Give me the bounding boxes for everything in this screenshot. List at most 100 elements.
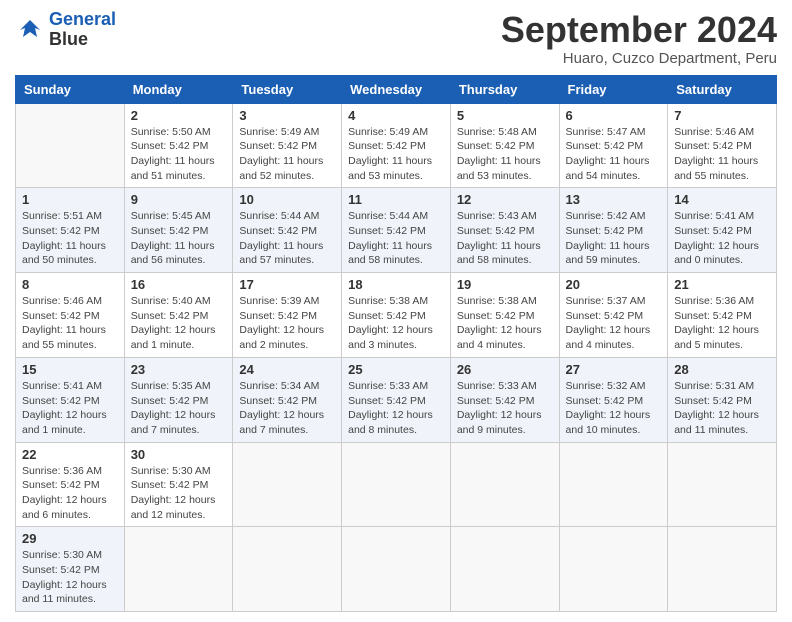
calendar-cell: 6 Sunrise: 5:47 AM Sunset: 5:42 PM Daylig…	[559, 103, 668, 188]
day-info: Sunrise: 5:48 AM Sunset: 5:42 PM Dayligh…	[457, 125, 553, 184]
day-info: Sunrise: 5:36 AM Sunset: 5:42 PM Dayligh…	[22, 464, 118, 523]
weekday-header: Thursday	[450, 75, 559, 103]
calendar-cell	[668, 442, 777, 527]
day-number: 22	[22, 447, 118, 462]
calendar-table: SundayMondayTuesdayWednesdayThursdayFrid…	[15, 75, 777, 613]
day-number: 23	[131, 362, 227, 377]
calendar-cell: 10 Sunrise: 5:44 AM Sunset: 5:42 PM Dayli…	[233, 188, 342, 273]
day-info: Sunrise: 5:30 AM Sunset: 5:42 PM Dayligh…	[22, 548, 118, 607]
day-info: Sunrise: 5:38 AM Sunset: 5:42 PM Dayligh…	[457, 294, 553, 353]
day-number: 10	[239, 192, 335, 207]
calendar-cell: 15 Sunrise: 5:41 AM Sunset: 5:42 PM Dayli…	[16, 357, 125, 442]
calendar-week-row: 2Sunrise: 5:50 AM Sunset: 5:42 PM Daylig…	[16, 103, 777, 188]
day-number: 13	[566, 192, 662, 207]
calendar-cell: 21 Sunrise: 5:36 AM Sunset: 5:42 PM Dayli…	[668, 273, 777, 358]
day-number: 18	[348, 277, 444, 292]
day-number: 3	[239, 108, 335, 123]
calendar-cell: 5Sunrise: 5:48 AM Sunset: 5:42 PM Daylig…	[450, 103, 559, 188]
calendar-cell: 30 Sunrise: 5:30 AM Sunset: 5:42 PM Dayli…	[124, 442, 233, 527]
calendar-cell: 29Sunrise: 5:30 AM Sunset: 5:42 PM Dayli…	[16, 527, 125, 612]
day-number: 16	[131, 277, 227, 292]
day-number: 9	[131, 192, 227, 207]
calendar-cell: 13 Sunrise: 5:42 AM Sunset: 5:42 PM Dayli…	[559, 188, 668, 273]
calendar-cell	[450, 527, 559, 612]
weekday-header-row: SundayMondayTuesdayWednesdayThursdayFrid…	[16, 75, 777, 103]
day-number: 20	[566, 277, 662, 292]
calendar-cell: 3Sunrise: 5:49 AM Sunset: 5:42 PM Daylig…	[233, 103, 342, 188]
day-number: 7	[674, 108, 770, 123]
day-info: Sunrise: 5:41 AM Sunset: 5:42 PM Dayligh…	[22, 379, 118, 438]
calendar-cell: 28Sunrise: 5:31 AM Sunset: 5:42 PM Dayli…	[668, 357, 777, 442]
day-number: 19	[457, 277, 553, 292]
day-number: 8	[22, 277, 118, 292]
title-block: September 2024 Huaro, Cuzco Department, …	[501, 10, 777, 67]
day-info: Sunrise: 5:51 AM Sunset: 5:42 PM Dayligh…	[22, 209, 118, 268]
calendar-week-row: 1 Sunrise: 5:51 AM Sunset: 5:42 PM Daylig…	[16, 188, 777, 273]
day-number: 15	[22, 362, 118, 377]
day-number: 21	[674, 277, 770, 292]
calendar-cell	[342, 527, 451, 612]
day-info: Sunrise: 5:30 AM Sunset: 5:42 PM Dayligh…	[131, 464, 227, 523]
day-info: Sunrise: 5:33 AM Sunset: 5:42 PM Dayligh…	[457, 379, 553, 438]
day-info: Sunrise: 5:50 AM Sunset: 5:42 PM Dayligh…	[131, 125, 227, 184]
day-info: Sunrise: 5:38 AM Sunset: 5:42 PM Dayligh…	[348, 294, 444, 353]
calendar-cell	[16, 103, 125, 188]
day-info: Sunrise: 5:44 AM Sunset: 5:42 PM Dayligh…	[239, 209, 335, 268]
day-number: 6	[566, 108, 662, 123]
calendar-cell: 14 Sunrise: 5:41 AM Sunset: 5:42 PM Dayli…	[668, 188, 777, 273]
calendar-cell	[668, 527, 777, 612]
day-info: Sunrise: 5:33 AM Sunset: 5:42 PM Dayligh…	[348, 379, 444, 438]
logo-text: GeneralBlue	[49, 10, 116, 50]
calendar-cell	[559, 527, 668, 612]
day-number: 24	[239, 362, 335, 377]
day-info: Sunrise: 5:39 AM Sunset: 5:42 PM Dayligh…	[239, 294, 335, 353]
day-info: Sunrise: 5:43 AM Sunset: 5:42 PM Dayligh…	[457, 209, 553, 268]
day-info: Sunrise: 5:45 AM Sunset: 5:42 PM Dayligh…	[131, 209, 227, 268]
calendar-cell: 8 Sunrise: 5:46 AM Sunset: 5:42 PM Daylig…	[16, 273, 125, 358]
day-number: 28	[674, 362, 770, 377]
weekday-header: Saturday	[668, 75, 777, 103]
calendar-cell: 20 Sunrise: 5:37 AM Sunset: 5:42 PM Dayli…	[559, 273, 668, 358]
calendar-week-row: 8 Sunrise: 5:46 AM Sunset: 5:42 PM Daylig…	[16, 273, 777, 358]
day-info: Sunrise: 5:46 AM Sunset: 5:42 PM Dayligh…	[22, 294, 118, 353]
day-number: 11	[348, 192, 444, 207]
day-info: Sunrise: 5:36 AM Sunset: 5:42 PM Dayligh…	[674, 294, 770, 353]
weekday-header: Friday	[559, 75, 668, 103]
logo-icon	[15, 15, 45, 45]
calendar-cell: 11Sunrise: 5:44 AM Sunset: 5:42 PM Dayli…	[342, 188, 451, 273]
calendar-cell: 23Sunrise: 5:35 AM Sunset: 5:42 PM Dayli…	[124, 357, 233, 442]
weekday-header: Sunday	[16, 75, 125, 103]
day-info: Sunrise: 5:42 AM Sunset: 5:42 PM Dayligh…	[566, 209, 662, 268]
calendar-cell: 16Sunrise: 5:40 AM Sunset: 5:42 PM Dayli…	[124, 273, 233, 358]
calendar-cell: 25 Sunrise: 5:33 AM Sunset: 5:42 PM Dayli…	[342, 357, 451, 442]
day-number: 25	[348, 362, 444, 377]
calendar-cell: 27Sunrise: 5:32 AM Sunset: 5:42 PM Dayli…	[559, 357, 668, 442]
day-info: Sunrise: 5:46 AM Sunset: 5:42 PM Dayligh…	[674, 125, 770, 184]
calendar-cell: 7 Sunrise: 5:46 AM Sunset: 5:42 PM Daylig…	[668, 103, 777, 188]
calendar-cell: 26Sunrise: 5:33 AM Sunset: 5:42 PM Dayli…	[450, 357, 559, 442]
day-info: Sunrise: 5:34 AM Sunset: 5:42 PM Dayligh…	[239, 379, 335, 438]
month-title: September 2024	[501, 10, 777, 50]
calendar-week-row: 29Sunrise: 5:30 AM Sunset: 5:42 PM Dayli…	[16, 527, 777, 612]
calendar-cell: 12Sunrise: 5:43 AM Sunset: 5:42 PM Dayli…	[450, 188, 559, 273]
calendar-week-row: 22 Sunrise: 5:36 AM Sunset: 5:42 PM Dayli…	[16, 442, 777, 527]
calendar-cell	[233, 442, 342, 527]
day-number: 1	[22, 192, 118, 207]
day-number: 4	[348, 108, 444, 123]
day-info: Sunrise: 5:37 AM Sunset: 5:42 PM Dayligh…	[566, 294, 662, 353]
calendar-cell: 1 Sunrise: 5:51 AM Sunset: 5:42 PM Daylig…	[16, 188, 125, 273]
logo: GeneralBlue	[15, 10, 116, 50]
location: Huaro, Cuzco Department, Peru	[501, 50, 777, 67]
calendar-cell: 18 Sunrise: 5:38 AM Sunset: 5:42 PM Dayli…	[342, 273, 451, 358]
day-number: 30	[131, 447, 227, 462]
calendar-cell: 19 Sunrise: 5:38 AM Sunset: 5:42 PM Dayli…	[450, 273, 559, 358]
day-info: Sunrise: 5:41 AM Sunset: 5:42 PM Dayligh…	[674, 209, 770, 268]
day-info: Sunrise: 5:47 AM Sunset: 5:42 PM Dayligh…	[566, 125, 662, 184]
day-number: 27	[566, 362, 662, 377]
calendar-cell: 22 Sunrise: 5:36 AM Sunset: 5:42 PM Dayli…	[16, 442, 125, 527]
calendar-cell: 9 Sunrise: 5:45 AM Sunset: 5:42 PM Daylig…	[124, 188, 233, 273]
calendar-cell	[124, 527, 233, 612]
calendar-cell	[559, 442, 668, 527]
weekday-header: Monday	[124, 75, 233, 103]
day-number: 14	[674, 192, 770, 207]
